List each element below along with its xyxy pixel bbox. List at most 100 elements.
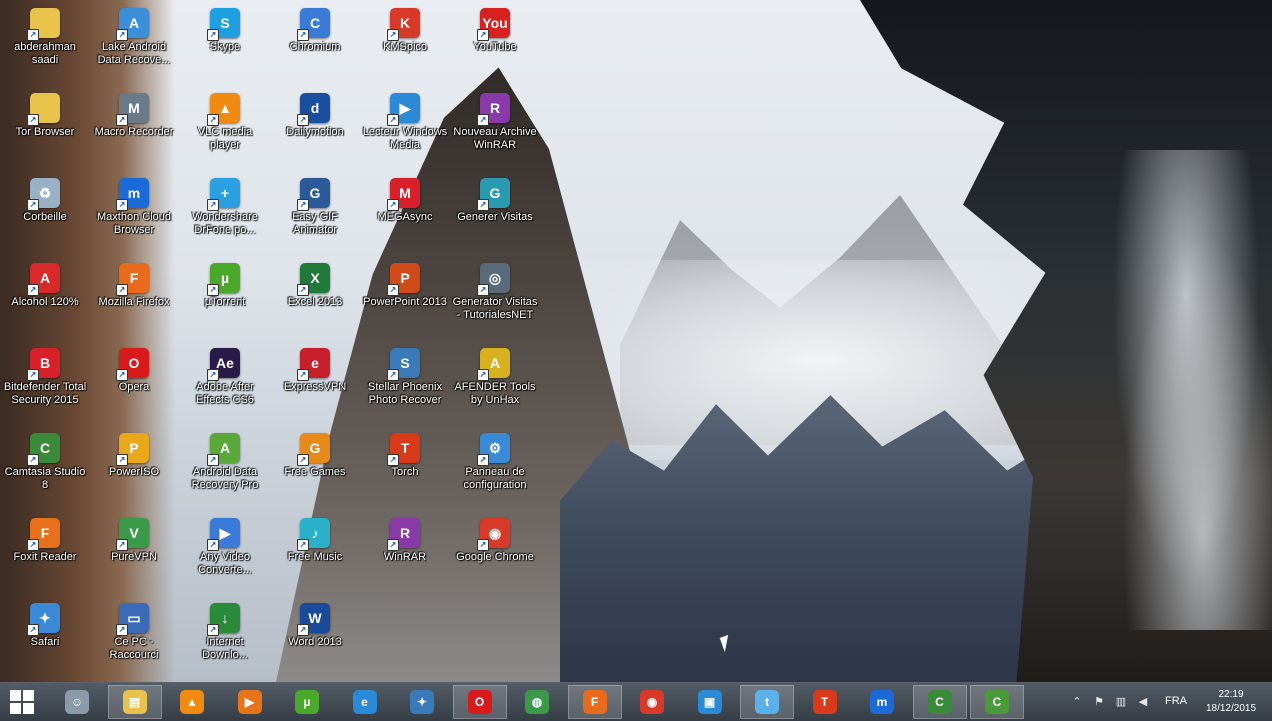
folder-icon: ↗ (27, 93, 60, 126)
shortcut-arrow-icon: ↗ (207, 284, 219, 296)
taskbar-item[interactable]: ▤ (107, 685, 162, 719)
desktop-shortcut[interactable]: W ↗ Word 2013 (272, 597, 358, 677)
taskbar-item[interactable]: F (567, 685, 622, 719)
desktop-shortcut[interactable]: C ↗ Chromium (272, 2, 358, 82)
desktop-shortcut[interactable]: ♻ ↗ Corbeille (2, 172, 88, 252)
desktop-shortcut-label: AFENDER Tools by UnHax (454, 381, 536, 406)
desktop-shortcut-label: Generator Visitas - TutorialesNET (452, 296, 538, 321)
taskbar-item[interactable]: ◉ (625, 685, 679, 719)
desktop-shortcut-label: PowerPoint 2013 (363, 296, 447, 308)
desktop-shortcut[interactable]: ▲ ↗ VLC media player (182, 87, 268, 167)
flag-icon[interactable]: ⚑ (1092, 695, 1106, 709)
desktop-shortcut-label: Lake Android Data Recove... (97, 41, 171, 66)
shortcut-arrow-icon: ↗ (27, 539, 39, 551)
shortcut-arrow-icon: ↗ (297, 284, 309, 296)
desktop-shortcut[interactable]: A ↗ Lake Android Data Recove... (91, 2, 177, 82)
desktop-shortcut-label: Dailymotion (286, 126, 344, 138)
desktop-shortcut[interactable]: R ↗ WinRAR (362, 512, 448, 592)
desktop-shortcut[interactable]: ✦ ↗ Safari (2, 597, 88, 677)
tray-overflow-icon[interactable]: ⌃ (1070, 695, 1084, 709)
taskbar-item[interactable]: m (855, 685, 909, 719)
desktop-shortcut[interactable]: ◎ ↗ Generator Visitas - TutorialesNET (452, 257, 538, 337)
desktop-shortcut[interactable]: ♪ ↗ Free Music (272, 512, 358, 592)
taskbar-item[interactable]: ◍ (510, 685, 564, 719)
desktop-shortcut[interactable]: R ↗ Nouveau Archive WinRAR (452, 87, 538, 167)
desktop-shortcut-label: Excel 2013 (287, 296, 343, 308)
desktop-shortcut[interactable]: ▭ ↗ Ce PC - Raccourci (91, 597, 177, 677)
desktop-shortcut[interactable]: A ↗ Alcohol 120% (2, 257, 88, 337)
free-music-icon: ♪ ↗ (297, 518, 330, 551)
desktop-shortcut[interactable]: F ↗ Mozilla Firefox (91, 257, 177, 337)
clock[interactable]: 22:19 18/12/2015 (1195, 688, 1267, 716)
desktop-shortcut[interactable]: G ↗ Easy GIF Animator (272, 172, 358, 252)
afender-icon: A ↗ (477, 348, 510, 381)
desktop-shortcut[interactable]: ▶ ↗ Lecteur Windows Media (362, 87, 448, 167)
taskbar-item[interactable]: µ (280, 685, 334, 719)
excel-icon: X ↗ (297, 263, 330, 296)
taskbar-item[interactable]: ✦ (395, 685, 449, 719)
desktop-shortcut[interactable]: ↗ abderahman saadi (2, 2, 88, 82)
desktop-shortcut[interactable]: O ↗ Opera (91, 342, 177, 422)
desktop-shortcut[interactable]: C ↗ Camtasia Studio 8 (2, 427, 88, 507)
camtasia-icon: C (985, 690, 1009, 714)
taskbar-item[interactable]: C (970, 685, 1024, 719)
shortcut-arrow-icon: ↗ (207, 369, 219, 381)
taskbar-item[interactable]: ☺ (50, 685, 104, 719)
desktop-shortcut[interactable]: ↗ Tor Browser (2, 87, 88, 167)
shortcut-arrow-icon: ↗ (297, 199, 309, 211)
taskbar-item[interactable]: T (798, 685, 852, 719)
desktop-shortcut[interactable]: + ↗ Wondershare DrFone po... (182, 172, 268, 252)
desktop-shortcut[interactable]: m ↗ Maxthon Cloud Browser (91, 172, 177, 252)
start-button[interactable] (8, 687, 40, 717)
desktop-shortcut[interactable]: e ↗ ExpressVPN (272, 342, 358, 422)
desktop-shortcut[interactable]: V ↗ PureVPN (91, 512, 177, 592)
language-indicator[interactable]: FRA (1165, 695, 1187, 707)
desktop-shortcut[interactable]: M ↗ Macro Recorder (91, 87, 177, 167)
desktop-shortcut[interactable]: A ↗ AFENDER Tools by UnHax (452, 342, 538, 422)
volume-icon[interactable]: ◀ (1136, 695, 1150, 709)
desktop-shortcut[interactable]: P ↗ PowerPoint 2013 (362, 257, 448, 337)
file-explorer-icon: ▤ (122, 690, 147, 714)
desktop-shortcut[interactable]: µ ↗ µTorrent (182, 257, 268, 337)
youtube-icon: You ↗ (477, 8, 510, 41)
desktop-shortcut[interactable]: P ↗ PowerISO (91, 427, 177, 507)
desktop-shortcut[interactable]: G ↗ Generer Visitas (452, 172, 538, 252)
desktop-shortcut[interactable]: B ↗ Bitdefender Total Security 2015 (2, 342, 88, 422)
taskbar-item[interactable]: ▶ (223, 685, 277, 719)
desktop-shortcut[interactable]: ◉ ↗ Google Chrome (452, 512, 538, 592)
desktop-shortcut[interactable]: T ↗ Torch (362, 427, 448, 507)
desktop-shortcut[interactable]: M ↗ MEGAsync (362, 172, 448, 252)
desktop-shortcut[interactable]: S ↗ Skype (182, 2, 268, 82)
shortcut-arrow-icon: ↗ (27, 29, 39, 41)
desktop-shortcut[interactable]: You ↗ YouTube (452, 2, 538, 82)
vlc-icon: ▲ (180, 690, 204, 714)
desktop-shortcut[interactable]: A ↗ Android Data Recovery Pro (182, 427, 268, 507)
desktop-shortcut[interactable]: d ↗ Dailymotion (272, 87, 358, 167)
desktop-shortcut[interactable]: S ↗ Stellar Phoenix Photo Recover (362, 342, 448, 422)
firefox-icon: F (582, 690, 607, 714)
desktop-shortcut[interactable]: X ↗ Excel 2013 (272, 257, 358, 337)
taskbar-item[interactable]: O (452, 685, 507, 719)
desktop-shortcut[interactable]: Ae ↗ Adobe After Effects CS6 (182, 342, 268, 422)
utorrent-icon: µ ↗ (207, 263, 240, 296)
taskbar-item[interactable]: ▲ (165, 685, 219, 719)
desktop-shortcut[interactable]: ⚙ ↗ Panneau de configuration (452, 427, 538, 507)
recovery-icon: A ↗ (116, 8, 149, 41)
desktop-shortcut[interactable]: F ↗ Foxit Reader (2, 512, 88, 592)
desktop-shortcut[interactable]: ↓ ↗ Internet Downlo... (182, 597, 268, 677)
taskbar-item[interactable]: C (912, 685, 967, 719)
taskbar-item[interactable]: ▣ (683, 685, 737, 719)
desktop-shortcut[interactable]: K ↗ KMSpico (362, 2, 448, 82)
chromium-icon: C ↗ (297, 8, 330, 41)
taskbar-item[interactable]: t (740, 685, 794, 719)
desktop-shortcut[interactable]: ▶ ↗ Any Video Converte... (182, 512, 268, 592)
shortcut-arrow-icon: ↗ (297, 539, 309, 551)
desktop-shortcut-label: Adobe After Effects CS6 (196, 381, 254, 406)
taskbar-item[interactable]: e (338, 685, 392, 719)
network-icon[interactable]: ▥ (1114, 695, 1128, 709)
desktop-shortcut-label: KMSpico (382, 41, 428, 53)
shortcut-arrow-icon: ↗ (116, 114, 128, 126)
firefox-icon: F ↗ (116, 263, 149, 296)
desktop-shortcut-label: PowerISO (108, 466, 160, 478)
desktop-shortcut[interactable]: G ↗ Free Games (272, 427, 358, 507)
